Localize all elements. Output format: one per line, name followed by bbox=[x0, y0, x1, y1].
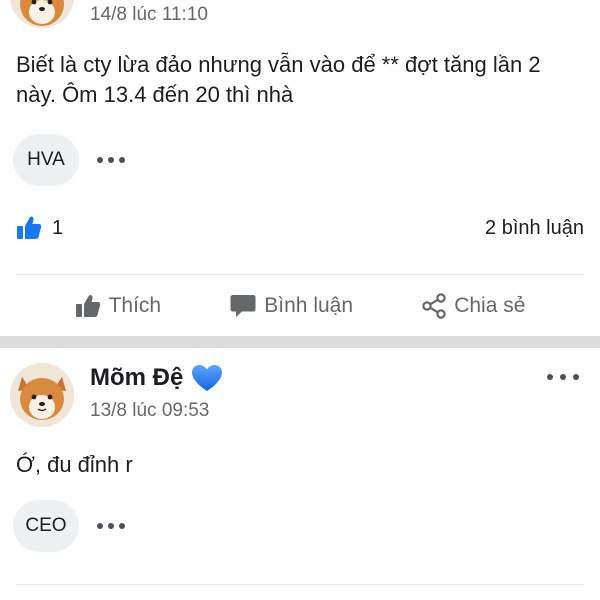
tag-chip[interactable]: HVA bbox=[13, 134, 79, 186]
divider bbox=[16, 274, 584, 275]
action-bar: Thích Bình luận Chia sẻ bbox=[0, 286, 600, 326]
divider bbox=[16, 584, 584, 585]
thumbs-up-icon bbox=[17, 216, 42, 239]
like-label: Thích bbox=[108, 294, 162, 317]
like-button[interactable]: Thích bbox=[75, 294, 162, 318]
share-label: Chia sẻ bbox=[454, 294, 526, 317]
reaction-summary: 1 2 bình luận bbox=[16, 212, 584, 244]
tag-chip[interactable]: CEO bbox=[13, 500, 79, 552]
blue-heart-icon bbox=[192, 365, 223, 391]
comment-button[interactable]: Bình luận bbox=[230, 294, 353, 318]
post-card: Mõm Đệ 13/8 lúc 09:53 Ớ, đu đỉnh r CEO bbox=[0, 348, 600, 600]
post-text: Biết là cty lừa đảo nhưng vẫn vào để ** … bbox=[16, 52, 541, 107]
comment-count[interactable]: 2 bình luận bbox=[485, 217, 584, 240]
more-tags-icon[interactable] bbox=[97, 523, 125, 529]
comment-label: Bình luận bbox=[264, 294, 354, 317]
avatar[interactable] bbox=[10, 363, 74, 427]
post-text: Ớ, đu đỉnh r bbox=[16, 452, 133, 477]
thumbs-up-icon bbox=[75, 295, 100, 317]
author-name-text: Mõm Đệ bbox=[90, 364, 184, 391]
post-separator bbox=[0, 336, 600, 348]
post-card: 14/8 lúc 11:10 Biết là cty lừa đảo nhưng… bbox=[0, 0, 600, 336]
more-options-icon[interactable] bbox=[546, 372, 580, 382]
tag-row: CEO bbox=[13, 500, 125, 552]
post-timestamp[interactable]: 14/8 lúc 11:10 bbox=[90, 4, 208, 26]
author-name[interactable]: Mõm Đệ bbox=[90, 364, 223, 392]
more-tags-icon[interactable] bbox=[97, 157, 125, 163]
post-timestamp[interactable]: 13/8 lúc 09:53 bbox=[90, 400, 209, 422]
avatar[interactable] bbox=[10, 0, 74, 28]
share-icon bbox=[422, 293, 446, 319]
like-summary[interactable]: 1 bbox=[16, 215, 63, 241]
tag-row: HVA bbox=[13, 134, 125, 186]
share-button[interactable]: Chia sẻ bbox=[422, 293, 525, 319]
like-count: 1 bbox=[52, 216, 64, 239]
comment-icon bbox=[230, 295, 256, 317]
